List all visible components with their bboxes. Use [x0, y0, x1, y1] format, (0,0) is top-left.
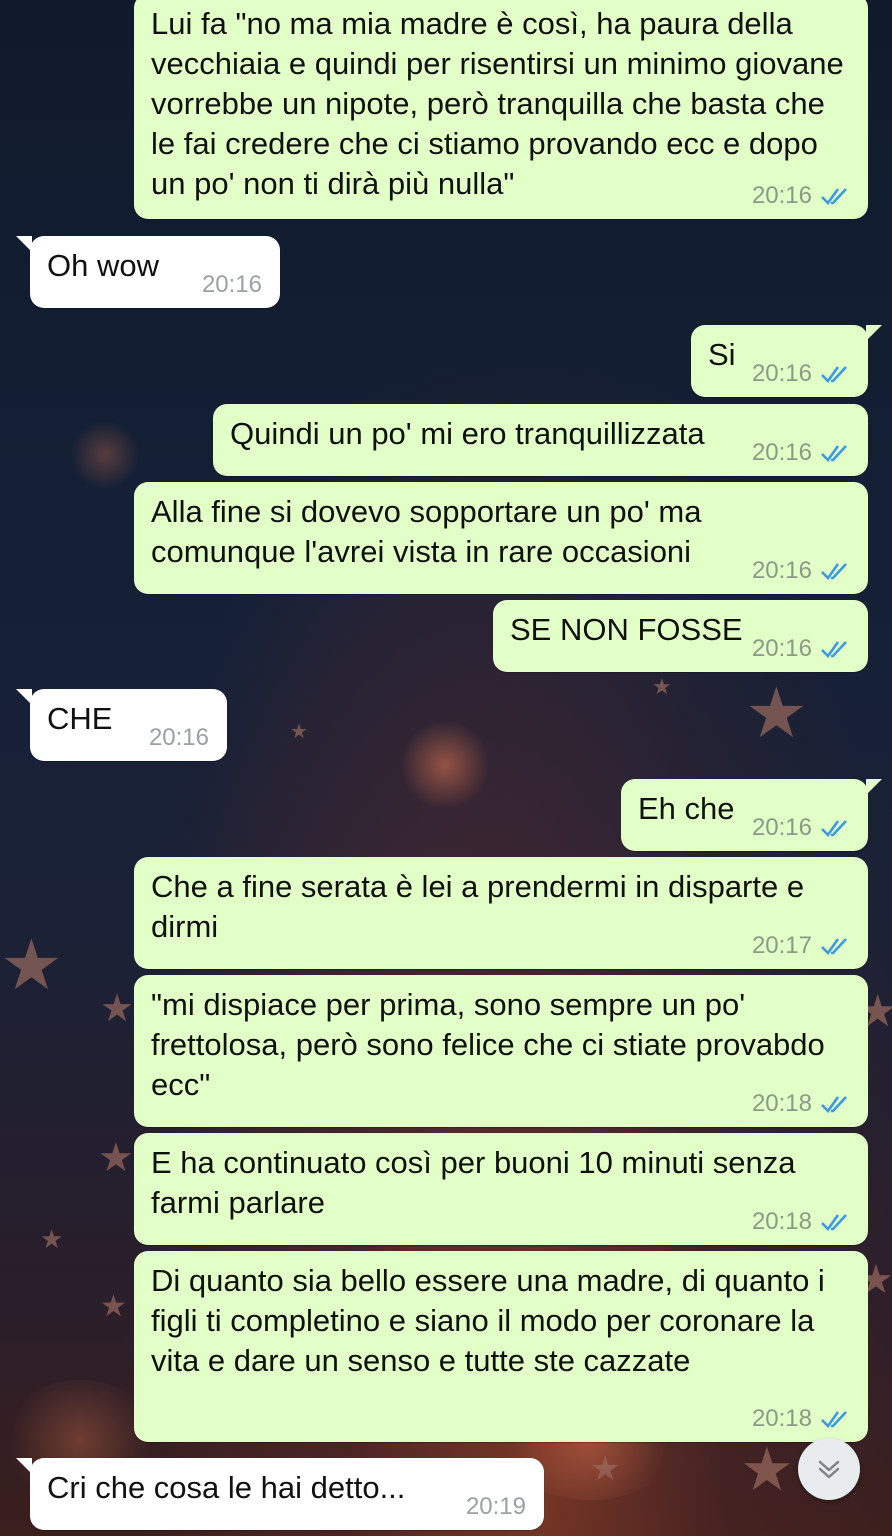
star-icon: ★	[100, 1290, 127, 1323]
double-check-icon	[821, 1214, 847, 1232]
message-time: 20:17	[751, 932, 812, 959]
message-meta: 20:16	[149, 725, 209, 751]
message-bubble-outgoing[interactable]: SE NON FOSSE 20:16	[493, 600, 868, 672]
message-meta: 20:16	[752, 183, 852, 209]
message-bubble-outgoing[interactable]: "mi dispiace per prima, sono sempre un p…	[134, 975, 868, 1127]
message-bubble-outgoing[interactable]: Quindi un po' mi ero tranquillizzata 20:…	[213, 404, 868, 476]
message-bubble-incoming[interactable]: Cri che cosa le hai detto... 20:19	[16, 1458, 544, 1530]
message-text: Quindi un po' mi ero tranquillizzata	[230, 416, 705, 451]
message-text: Oh wow	[47, 248, 159, 283]
double-check-icon	[821, 641, 847, 659]
message-time: 20:16	[201, 271, 262, 298]
message-time: 20:16	[751, 814, 812, 841]
message-text: Cri che cosa le hai detto...	[47, 1470, 406, 1505]
message-bubble-outgoing[interactable]: Eh che 20:16	[621, 779, 882, 851]
message-time: 20:18	[751, 1405, 812, 1432]
message-meta: 20:18	[752, 1209, 852, 1235]
double-check-icon	[821, 820, 847, 838]
star-icon: ★	[98, 1136, 134, 1180]
message-meta: 20:19	[466, 1494, 526, 1520]
message-meta: 20:16	[752, 636, 852, 662]
message-text: E ha continuato così per buoni 10 minuti…	[151, 1145, 805, 1220]
star-icon: ★	[40, 1224, 64, 1254]
message-meta: 20:16	[202, 272, 262, 298]
message-meta: 20:18	[752, 1406, 852, 1432]
double-check-icon	[821, 366, 847, 384]
message-bubble-outgoing[interactable]: Si 20:16	[691, 325, 882, 397]
message-text: Alla fine si dovevo sopportare un po' ma…	[151, 494, 711, 569]
message-text: SE NON FOSSE	[510, 612, 743, 647]
message-bubble-outgoing[interactable]: Che a fine serata è lei a prendermi in d…	[134, 857, 868, 969]
star-icon: ★	[100, 988, 135, 1030]
message-time: 20:19	[465, 1493, 526, 1520]
message-text: CHE	[47, 701, 113, 736]
message-meta: 20:16	[752, 815, 852, 841]
message-time: 20:18	[751, 1208, 812, 1235]
message-meta: 20:17	[752, 933, 852, 959]
message-text: Si	[708, 337, 736, 372]
message-time: 20:18	[751, 1090, 812, 1117]
star-icon: ★	[0, 926, 63, 1004]
star-icon: ★	[745, 674, 808, 752]
message-time: 20:16	[751, 360, 812, 387]
double-check-icon	[821, 445, 847, 463]
star-icon: ★	[652, 674, 672, 699]
star-icon: ★	[740, 1436, 794, 1503]
message-meta: 20:16	[752, 361, 852, 387]
double-check-icon	[821, 188, 847, 206]
message-time: 20:16	[751, 182, 812, 209]
message-bubble-outgoing[interactable]: E ha continuato così per buoni 10 minuti…	[134, 1133, 868, 1245]
message-text: "mi dispiace per prima, sono sempre un p…	[151, 987, 834, 1102]
message-bubble-incoming[interactable]: Oh wow 20:16	[16, 236, 280, 308]
double-check-icon	[821, 938, 847, 956]
message-bubble-incoming[interactable]: CHE 20:16	[16, 689, 227, 761]
message-time: 20:16	[148, 724, 209, 751]
message-text: Di quanto sia bello essere una madre, di…	[151, 1263, 834, 1378]
star-icon: ★	[590, 1450, 621, 1488]
message-text: Eh che	[638, 791, 735, 826]
double-check-icon	[821, 1096, 847, 1114]
message-bubble-outgoing[interactable]: Di quanto sia bello essere una madre, di…	[134, 1251, 868, 1442]
chevron-down-icon	[818, 1460, 840, 1479]
message-text: Lui fa "no ma mia madre è così, ha paura…	[151, 6, 853, 201]
message-bubble-outgoing[interactable]: Lui fa "no ma mia madre è così, ha paura…	[134, 0, 868, 219]
message-meta: 20:16	[752, 440, 852, 466]
message-time: 20:16	[751, 635, 812, 662]
message-bubble-outgoing[interactable]: Alla fine si dovevo sopportare un po' ma…	[134, 482, 868, 594]
message-meta: 20:18	[752, 1091, 852, 1117]
message-time: 20:16	[751, 557, 812, 584]
message-text: Che a fine serata è lei a prendermi in d…	[151, 869, 813, 944]
message-time: 20:16	[751, 439, 812, 466]
star-icon: ★	[290, 721, 308, 743]
double-check-icon	[821, 1411, 847, 1429]
double-check-icon	[821, 563, 847, 581]
scroll-to-bottom-button[interactable]	[798, 1438, 860, 1500]
message-meta: 20:16	[752, 558, 852, 584]
